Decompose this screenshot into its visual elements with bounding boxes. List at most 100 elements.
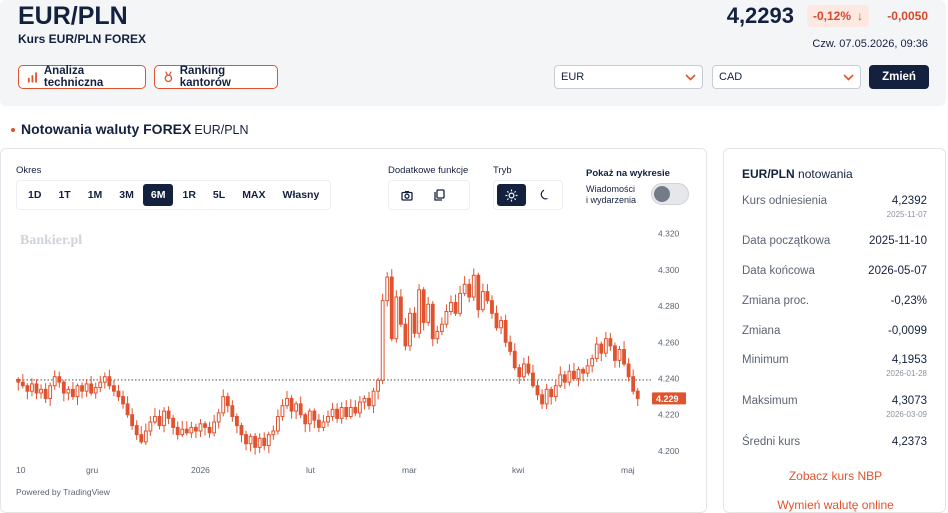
stat-label: Maksimum: [742, 395, 798, 407]
candle-body: [394, 296, 399, 340]
light-mode-button[interactable]: [497, 184, 526, 206]
candle-body: [75, 385, 80, 398]
pair-title: EUR/PLN: [18, 2, 128, 30]
candle-body: [66, 388, 71, 394]
candle-body: [289, 397, 294, 412]
news-toggle[interactable]: [651, 183, 689, 205]
stat-date: 2025-11-07: [886, 210, 927, 219]
candle-body: [553, 385, 558, 398]
candle-body: [216, 412, 221, 423]
range-button-własny[interactable]: Własny: [275, 184, 328, 206]
candle-body: [34, 383, 39, 394]
stat-label: Minimum: [742, 354, 789, 366]
candle-body: [517, 367, 522, 378]
candle-body: [521, 363, 526, 378]
candle-body: [558, 374, 563, 387]
candle-body: [30, 383, 34, 392]
x-tick-label: gru: [86, 465, 99, 475]
copy-icon: [434, 189, 445, 201]
candle-body: [271, 430, 276, 436]
candle-body: [590, 358, 595, 367]
candle-body: [512, 350, 517, 369]
candle-body: [430, 303, 435, 340]
technical-analysis-button[interactable]: Analiza techniczna: [18, 65, 146, 89]
candle-body: [435, 330, 440, 340]
candle-body: [112, 385, 116, 392]
y-tick-label: 4.200: [658, 446, 680, 456]
candle-body: [107, 376, 112, 387]
candle-body: [162, 410, 166, 427]
candle-body: [617, 349, 622, 361]
dark-mode-button[interactable]: [530, 184, 559, 206]
range-button-1m[interactable]: 1M: [80, 184, 111, 206]
candle-body: [426, 303, 431, 323]
candle-body: [244, 434, 248, 445]
candle-body: [631, 376, 636, 392]
exchange-ranking-button[interactable]: Ranking kantorów: [154, 65, 278, 89]
section-title: Notowania waluty FOREX: [21, 121, 192, 137]
candle-body: [326, 416, 330, 423]
current-price: 4,2293: [726, 3, 794, 28]
y-tick-label: 4.220: [658, 410, 680, 420]
range-button-1d[interactable]: 1D: [20, 184, 49, 206]
currency-from-select[interactable]: EUR: [554, 65, 703, 89]
candle-body: [531, 372, 535, 387]
candle-body: [93, 387, 98, 394]
change-currency-button[interactable]: Zmień: [869, 65, 929, 89]
candle-body: [312, 410, 317, 421]
stat-value: 2025-11-10: [869, 235, 927, 247]
arrow-down-icon: ↓: [857, 9, 864, 23]
candle-body: [25, 385, 30, 392]
range-button-5l[interactable]: 5L: [205, 184, 233, 206]
candle-body: [403, 323, 408, 347]
candle-body: [266, 434, 271, 447]
candle-body: [253, 435, 258, 448]
medal-icon: [164, 71, 173, 83]
candle-body: [567, 370, 572, 383]
candle-body: [562, 374, 567, 383]
stat-value: 4,3073: [891, 395, 927, 407]
candle-body: [417, 289, 422, 334]
y-tick-label: 4.300: [658, 265, 680, 275]
bar-chart-icon: [27, 72, 37, 82]
candle-body: [316, 419, 321, 428]
range-button-1t[interactable]: 1T: [50, 184, 78, 206]
mode-label: Tryb: [493, 165, 512, 176]
candle-body: [476, 274, 481, 311]
stat-value: 4,2373: [891, 436, 927, 448]
candle-body: [444, 310, 449, 325]
candle-body: [139, 434, 144, 443]
candle-body: [389, 276, 394, 340]
stat-date: 2026-03-09: [886, 410, 927, 419]
candle-body: [175, 426, 180, 436]
candle-body: [499, 320, 503, 329]
bullet-icon: [11, 128, 15, 133]
candle-body: [344, 406, 349, 418]
range-button-max[interactable]: MAX: [234, 184, 273, 206]
candle-body: [353, 406, 358, 414]
range-button-6m[interactable]: 6M: [142, 184, 174, 206]
exchange-online-link[interactable]: Wymień walutę online: [724, 498, 947, 512]
candle-body: [471, 274, 476, 298]
candle-body: [572, 370, 576, 380]
candlestick-chart[interactable]: Bankier.pl 4.320 4.300 4.280 4.260 4.240 4.220…: [0, 222, 707, 502]
candle-body: [57, 376, 62, 383]
currency-to-select[interactable]: CAD: [712, 65, 861, 89]
range-button-1r[interactable]: 1R: [174, 184, 203, 206]
screenshot-button[interactable]: [392, 184, 421, 206]
stat-value: -0,0099: [887, 325, 927, 337]
currency-to-value: CAD: [719, 71, 743, 83]
range-button-3m[interactable]: 3M: [111, 184, 142, 206]
candle-body: [61, 381, 66, 394]
stat-value: 2026-05-07: [868, 265, 927, 277]
candle-body: [581, 368, 585, 374]
x-tick-label: maj: [621, 465, 635, 475]
tradingview-credit: Powered by TradingView: [16, 487, 111, 497]
nbp-rate-link[interactable]: Zobacz kurs NBP: [724, 469, 947, 483]
panel-title: EUR/PLN notowania: [742, 167, 853, 181]
candle-body: [544, 388, 549, 405]
candle-body: [385, 276, 390, 302]
candle-body: [285, 397, 289, 407]
candle-body: [540, 394, 544, 405]
copy-button[interactable]: [425, 184, 454, 206]
